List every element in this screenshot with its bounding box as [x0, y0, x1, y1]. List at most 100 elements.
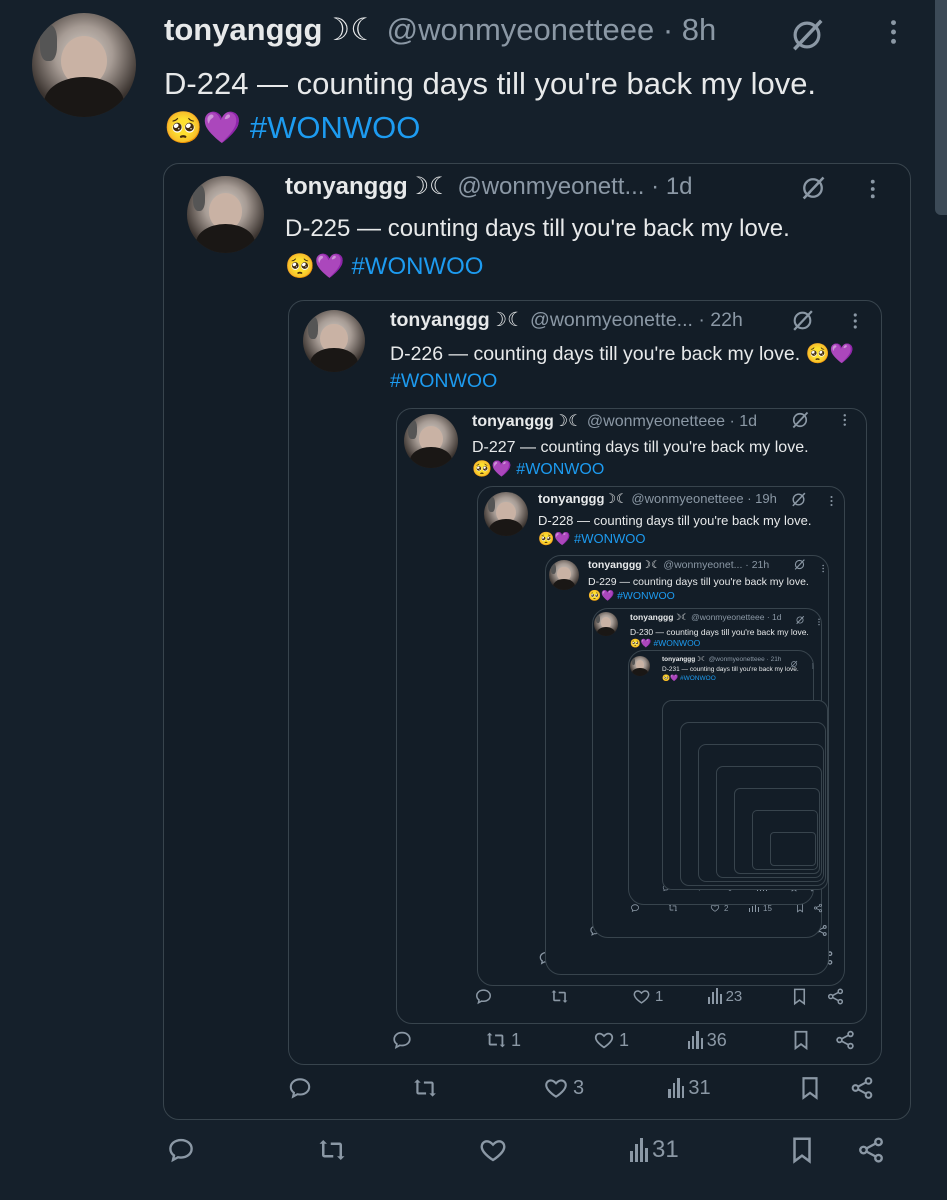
hashtag-link[interactable]: #WONWOO	[617, 590, 675, 602]
more-icon[interactable]	[812, 656, 814, 674]
views-button[interactable]: 36	[688, 1029, 727, 1051]
share-button[interactable]	[826, 987, 845, 1006]
share-icon	[849, 1075, 875, 1101]
tweet-text: D-231 — counting days till you're back m…	[662, 665, 812, 683]
display-name[interactable]: tonyanggg	[164, 12, 322, 47]
hashtag-link[interactable]: #WONWOO	[351, 253, 483, 280]
views-button[interactable]: 31	[630, 1135, 679, 1165]
timestamp[interactable]: 1d	[666, 173, 693, 200]
page-scrollbar[interactable]	[935, 0, 947, 215]
more-icon[interactable]	[853, 312, 858, 335]
more-icon[interactable]	[843, 413, 847, 432]
grok-icon[interactable]	[790, 410, 810, 435]
tweet-body: D-231 — counting days till you're back m…	[662, 666, 799, 673]
tweet-body: D-224 — counting days till you're back m…	[164, 66, 817, 101]
grok-icon[interactable]	[790, 308, 815, 338]
like-button[interactable]	[478, 1135, 512, 1165]
hashtag-link[interactable]: #WONWOO	[654, 638, 701, 648]
share-button[interactable]	[813, 903, 823, 913]
emoji-pleading-purple-heart: 🥺💜	[805, 343, 855, 365]
share-button[interactable]	[834, 1029, 856, 1051]
bookmark-button[interactable]	[797, 1075, 823, 1101]
like-button[interactable]: 1	[593, 1029, 629, 1051]
display-name[interactable]: tonyanggg	[630, 612, 673, 622]
bookmark-icon	[787, 1135, 817, 1165]
grok-icon[interactable]	[799, 174, 827, 207]
views-button[interactable]: 23	[708, 987, 742, 1006]
timestamp[interactable]: 22h	[710, 309, 743, 331]
grok-icon[interactable]	[790, 491, 807, 513]
grok-icon[interactable]	[793, 558, 806, 576]
hashtag-link[interactable]: #WONWOO	[574, 531, 646, 546]
avatar[interactable]	[404, 414, 458, 468]
more-icon[interactable]	[890, 18, 897, 51]
more-icon[interactable]	[830, 494, 833, 512]
bookmark-button[interactable]	[787, 1135, 817, 1165]
tweet-header: tonyanggg☽☾ @wonmyeonetteee · 8h	[164, 12, 716, 48]
tweet-header: tonyanggg☽☾ @wonmyeonetteee · 1d	[630, 612, 781, 623]
user-handle: @wonmyeonetteee	[708, 656, 765, 663]
avatar[interactable]	[303, 310, 365, 372]
emoji-pleading-purple-heart: 🥺💜	[588, 590, 615, 602]
views-icon	[630, 1138, 648, 1162]
views-button[interactable]: 31	[668, 1075, 711, 1101]
views-count: 31	[652, 1136, 679, 1163]
microphone-image	[307, 317, 318, 339]
microphone-image	[551, 563, 557, 574]
tweet-header: tonyanggg☽☾ @wonmyeonetteee · 1d	[472, 411, 757, 431]
timestamp[interactable]: 1d	[772, 612, 781, 622]
avatar[interactable]	[32, 13, 136, 117]
hashtag-link[interactable]: #WONWOO	[516, 461, 604, 478]
tweet-header: tonyanggg☽☾ @wonmyeonet... · 21h	[588, 559, 769, 571]
display-name[interactable]: tonyanggg	[390, 309, 490, 331]
retweet-button[interactable]	[550, 987, 573, 1006]
timestamp[interactable]: 8h	[682, 12, 716, 47]
retweet-button[interactable]: 1	[485, 1029, 521, 1051]
like-button[interactable]: 1	[632, 987, 663, 1006]
more-icon[interactable]	[870, 178, 876, 205]
emoji-pleading-purple-heart: 🥺💜	[285, 253, 345, 280]
hashtag-link[interactable]: #WONWOO	[250, 110, 421, 145]
separator-dot: ·	[764, 612, 773, 622]
retweet-button[interactable]	[412, 1075, 442, 1101]
display-name[interactable]: tonyanggg	[662, 656, 695, 663]
avatar[interactable]	[549, 560, 579, 590]
more-icon[interactable]	[818, 613, 820, 631]
tweet-text: D-229 — counting days till you're back m…	[588, 575, 824, 603]
hashtag-link[interactable]: #WONWOO	[390, 370, 497, 392]
reply-button[interactable]	[474, 987, 497, 1006]
reply-button[interactable]	[166, 1135, 200, 1165]
display-name[interactable]: tonyanggg	[285, 173, 408, 200]
bookmark-button[interactable]	[790, 1029, 812, 1051]
like-button[interactable]: 3	[543, 1075, 584, 1101]
like-icon	[593, 1029, 615, 1051]
share-button[interactable]	[849, 1075, 875, 1101]
avatar[interactable]	[594, 612, 618, 636]
bookmark-button[interactable]	[790, 987, 809, 1006]
timestamp[interactable]: 1d	[739, 413, 757, 430]
user-handle: @wonmyeonetteee	[586, 413, 726, 430]
emoji-pleading-purple-heart: 🥺💜	[662, 675, 679, 682]
timestamp[interactable]: 19h	[755, 491, 777, 506]
display-name[interactable]: tonyanggg	[588, 559, 642, 571]
avatar[interactable]	[630, 656, 650, 676]
display-name[interactable]: tonyanggg	[538, 491, 604, 506]
views-icon	[688, 1031, 703, 1049]
microphone-image	[487, 497, 495, 513]
timestamp[interactable]: 21h	[771, 656, 782, 663]
display-name[interactable]: tonyanggg	[472, 413, 554, 430]
reply-button[interactable]	[287, 1075, 317, 1101]
tweet-text: D-230 — counting days till you're back m…	[630, 627, 816, 649]
reply-button[interactable]	[391, 1029, 417, 1051]
timestamp[interactable]: 21h	[752, 559, 770, 571]
reply-icon	[474, 987, 493, 1006]
emoji-pleading-purple-heart: 🥺💜	[472, 461, 512, 478]
avatar[interactable]	[484, 492, 528, 536]
retweet-button[interactable]	[317, 1135, 351, 1165]
tweet-text: D-226 — counting days till you're back m…	[390, 341, 860, 395]
grok-icon[interactable]	[788, 16, 826, 59]
share-button[interactable]	[856, 1135, 886, 1165]
hashtag-link[interactable]: #WONWOO	[680, 675, 716, 682]
avatar[interactable]	[187, 176, 264, 253]
emoji-pleading-purple-heart: 🥺💜	[164, 110, 242, 145]
